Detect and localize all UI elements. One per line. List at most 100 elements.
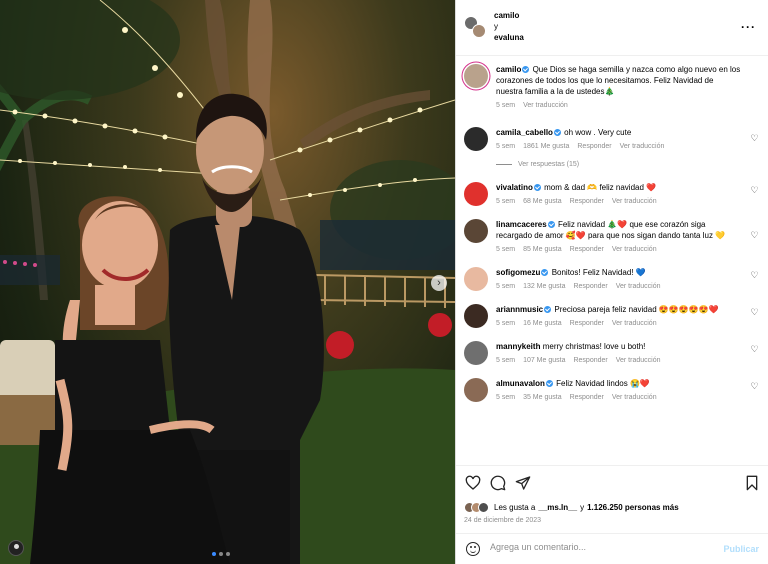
reply-button[interactable]: Responder — [570, 198, 604, 205]
comment-item: vivalatino mom & dad 🫶 feliz navidad ❤️ … — [456, 182, 768, 206]
comment-time[interactable]: 5 sem — [496, 143, 515, 150]
header-user-1[interactable]: camilo — [494, 10, 524, 21]
translate-button[interactable]: Ver traducción — [612, 246, 657, 253]
likes-summary[interactable]: Les gusta a __ms.ln__ y 1.126.250 person… — [464, 502, 679, 513]
share-icon[interactable] — [515, 475, 531, 491]
comment-username[interactable]: sofigomezu — [496, 268, 540, 277]
comment-likes[interactable]: 85 Me gusta — [523, 246, 562, 253]
comment-item: almunavalon Feliz Navidad lindos 😭❤️ 5 s… — [456, 378, 768, 402]
translate-button[interactable]: Ver traducción — [612, 198, 657, 205]
avatar — [472, 24, 486, 38]
verified-icon — [522, 66, 530, 73]
like-heart-icon[interactable]: ♡ — [750, 271, 759, 280]
caption: camilo Que Dios se haga semilla y nazca … — [456, 64, 768, 109]
avatar[interactable] — [464, 219, 488, 243]
reply-button[interactable]: Responder — [577, 143, 611, 150]
post-comment-button[interactable]: Publicar — [723, 544, 759, 554]
comment-username[interactable]: ariannmusic — [496, 305, 543, 314]
like-heart-icon[interactable]: ♡ — [750, 134, 759, 143]
comment-likes[interactable]: 1861 Me gusta — [523, 143, 569, 150]
comment-time[interactable]: 5 sem — [496, 320, 515, 327]
verified-icon — [533, 184, 541, 191]
translate-button[interactable]: Ver traducción — [620, 143, 665, 150]
translate-button[interactable]: Ver traducción — [612, 394, 657, 401]
like-heart-icon[interactable]: ♡ — [750, 308, 759, 317]
caption-meta: 5 sem Ver traducción — [496, 102, 741, 109]
likes-user[interactable]: __ms.ln__ — [538, 503, 577, 512]
like-heart-icon[interactable]: ♡ — [750, 345, 759, 354]
comment-body: Preciosa pareja feliz navidad 😍😍😍😍😍❤️ — [554, 305, 719, 314]
comment-username[interactable]: linamcaceres — [496, 220, 547, 229]
reply-button[interactable]: Responder — [570, 246, 604, 253]
comment-time[interactable]: 5 sem — [496, 246, 515, 253]
likes-prefix: Les gusta a — [494, 503, 536, 512]
like-heart-icon[interactable]: ♡ — [750, 186, 759, 195]
translate-button[interactable]: Ver traducción — [616, 357, 661, 364]
liked-by-avatars — [464, 502, 489, 513]
avatar[interactable] — [464, 182, 488, 206]
header-user-2[interactable]: evaluna — [494, 32, 524, 43]
comment-likes[interactable]: 16 Me gusta — [523, 320, 562, 327]
comment-input[interactable] — [490, 542, 710, 552]
avatar[interactable] — [464, 64, 488, 88]
comment-likes[interactable]: 35 Me gusta — [523, 394, 562, 401]
reply-button[interactable]: Responder — [570, 394, 604, 401]
header-usernames: camilo y evaluna — [494, 10, 524, 43]
bookmark-icon[interactable] — [744, 475, 760, 491]
reply-button[interactable]: Responder — [570, 320, 604, 327]
tagged-users-icon[interactable] — [8, 540, 24, 556]
comment-likes[interactable]: 132 Me gusta — [523, 283, 565, 290]
heart-icon[interactable] — [465, 475, 481, 491]
caption-text: camilo Que Dios se haga semilla y nazca … — [496, 64, 741, 97]
comment-username[interactable]: camila_cabello — [496, 128, 553, 137]
likes-count[interactable]: 1.126.250 personas más — [587, 503, 679, 512]
photo-illustration — [0, 0, 455, 564]
comment-meta: 5 sem 68 Me gusta Responder Ver traducci… — [496, 198, 741, 205]
avatar[interactable] — [464, 341, 488, 365]
comments-list[interactable]: camilo Que Dios se haga semilla y nazca … — [456, 56, 768, 465]
post-side-panel: camilo y evaluna ··· camilo Que Dios se … — [455, 0, 768, 564]
comment-item: camila_cabello oh wow . Very cute 5 sem … — [456, 127, 768, 151]
verified-icon — [541, 269, 549, 276]
avatar[interactable] — [464, 267, 488, 291]
comment-username[interactable]: vivalatino — [496, 183, 533, 192]
translate-button[interactable]: Ver traducción — [612, 320, 657, 327]
like-heart-icon[interactable]: ♡ — [750, 382, 759, 391]
emoji-icon[interactable] — [466, 542, 480, 556]
comment-body: merry christmas! love u both! — [542, 342, 646, 351]
comment-likes[interactable]: 68 Me gusta — [523, 198, 562, 205]
more-options-icon[interactable]: ··· — [741, 20, 756, 34]
header-avatars[interactable] — [464, 16, 486, 38]
comment-icon[interactable] — [490, 475, 506, 491]
comment-item: ariannmusic Preciosa pareja feliz navida… — [456, 304, 768, 328]
post-actions: Les gusta a __ms.ln__ y 1.126.250 person… — [456, 465, 768, 527]
comment-meta: 5 sem 107 Me gusta Responder Ver traducc… — [496, 357, 741, 364]
caption-time[interactable]: 5 sem — [496, 102, 515, 109]
carousel-dots — [212, 552, 230, 556]
comment-time[interactable]: 5 sem — [496, 283, 515, 290]
caption-body: Que Dios se haga semilla y nazca como al… — [496, 65, 741, 96]
reply-button[interactable]: Responder — [573, 283, 607, 290]
translate-button[interactable]: Ver traducción — [616, 283, 661, 290]
avatar[interactable] — [464, 378, 488, 402]
comment-meta: 5 sem 132 Me gusta Responder Ver traducc… — [496, 283, 741, 290]
comment-likes[interactable]: 107 Me gusta — [523, 357, 565, 364]
comment-username[interactable]: mannykeith — [496, 342, 540, 351]
comment-time[interactable]: 5 sem — [496, 198, 515, 205]
next-photo-button[interactable]: › — [431, 275, 447, 291]
comment-time[interactable]: 5 sem — [496, 357, 515, 364]
comment-body: Bonitos! Feliz Navidad! 💙 — [551, 268, 646, 277]
comment-meta: 5 sem 1861 Me gusta Responder Ver traduc… — [496, 143, 741, 150]
view-replies-button[interactable]: Ver respuestas (15) — [496, 161, 768, 168]
comment-time[interactable]: 5 sem — [496, 394, 515, 401]
post-header: camilo y evaluna ··· — [456, 0, 768, 56]
avatar[interactable] — [464, 304, 488, 328]
avatar[interactable] — [464, 127, 488, 151]
caption-translate[interactable]: Ver traducción — [523, 102, 568, 109]
reply-button[interactable]: Responder — [573, 357, 607, 364]
comment-username[interactable]: almunavalon — [496, 379, 545, 388]
like-heart-icon[interactable]: ♡ — [750, 231, 759, 240]
verified-icon — [547, 221, 555, 228]
post-photo[interactable]: › — [0, 0, 455, 564]
caption-username[interactable]: camilo — [496, 65, 521, 74]
